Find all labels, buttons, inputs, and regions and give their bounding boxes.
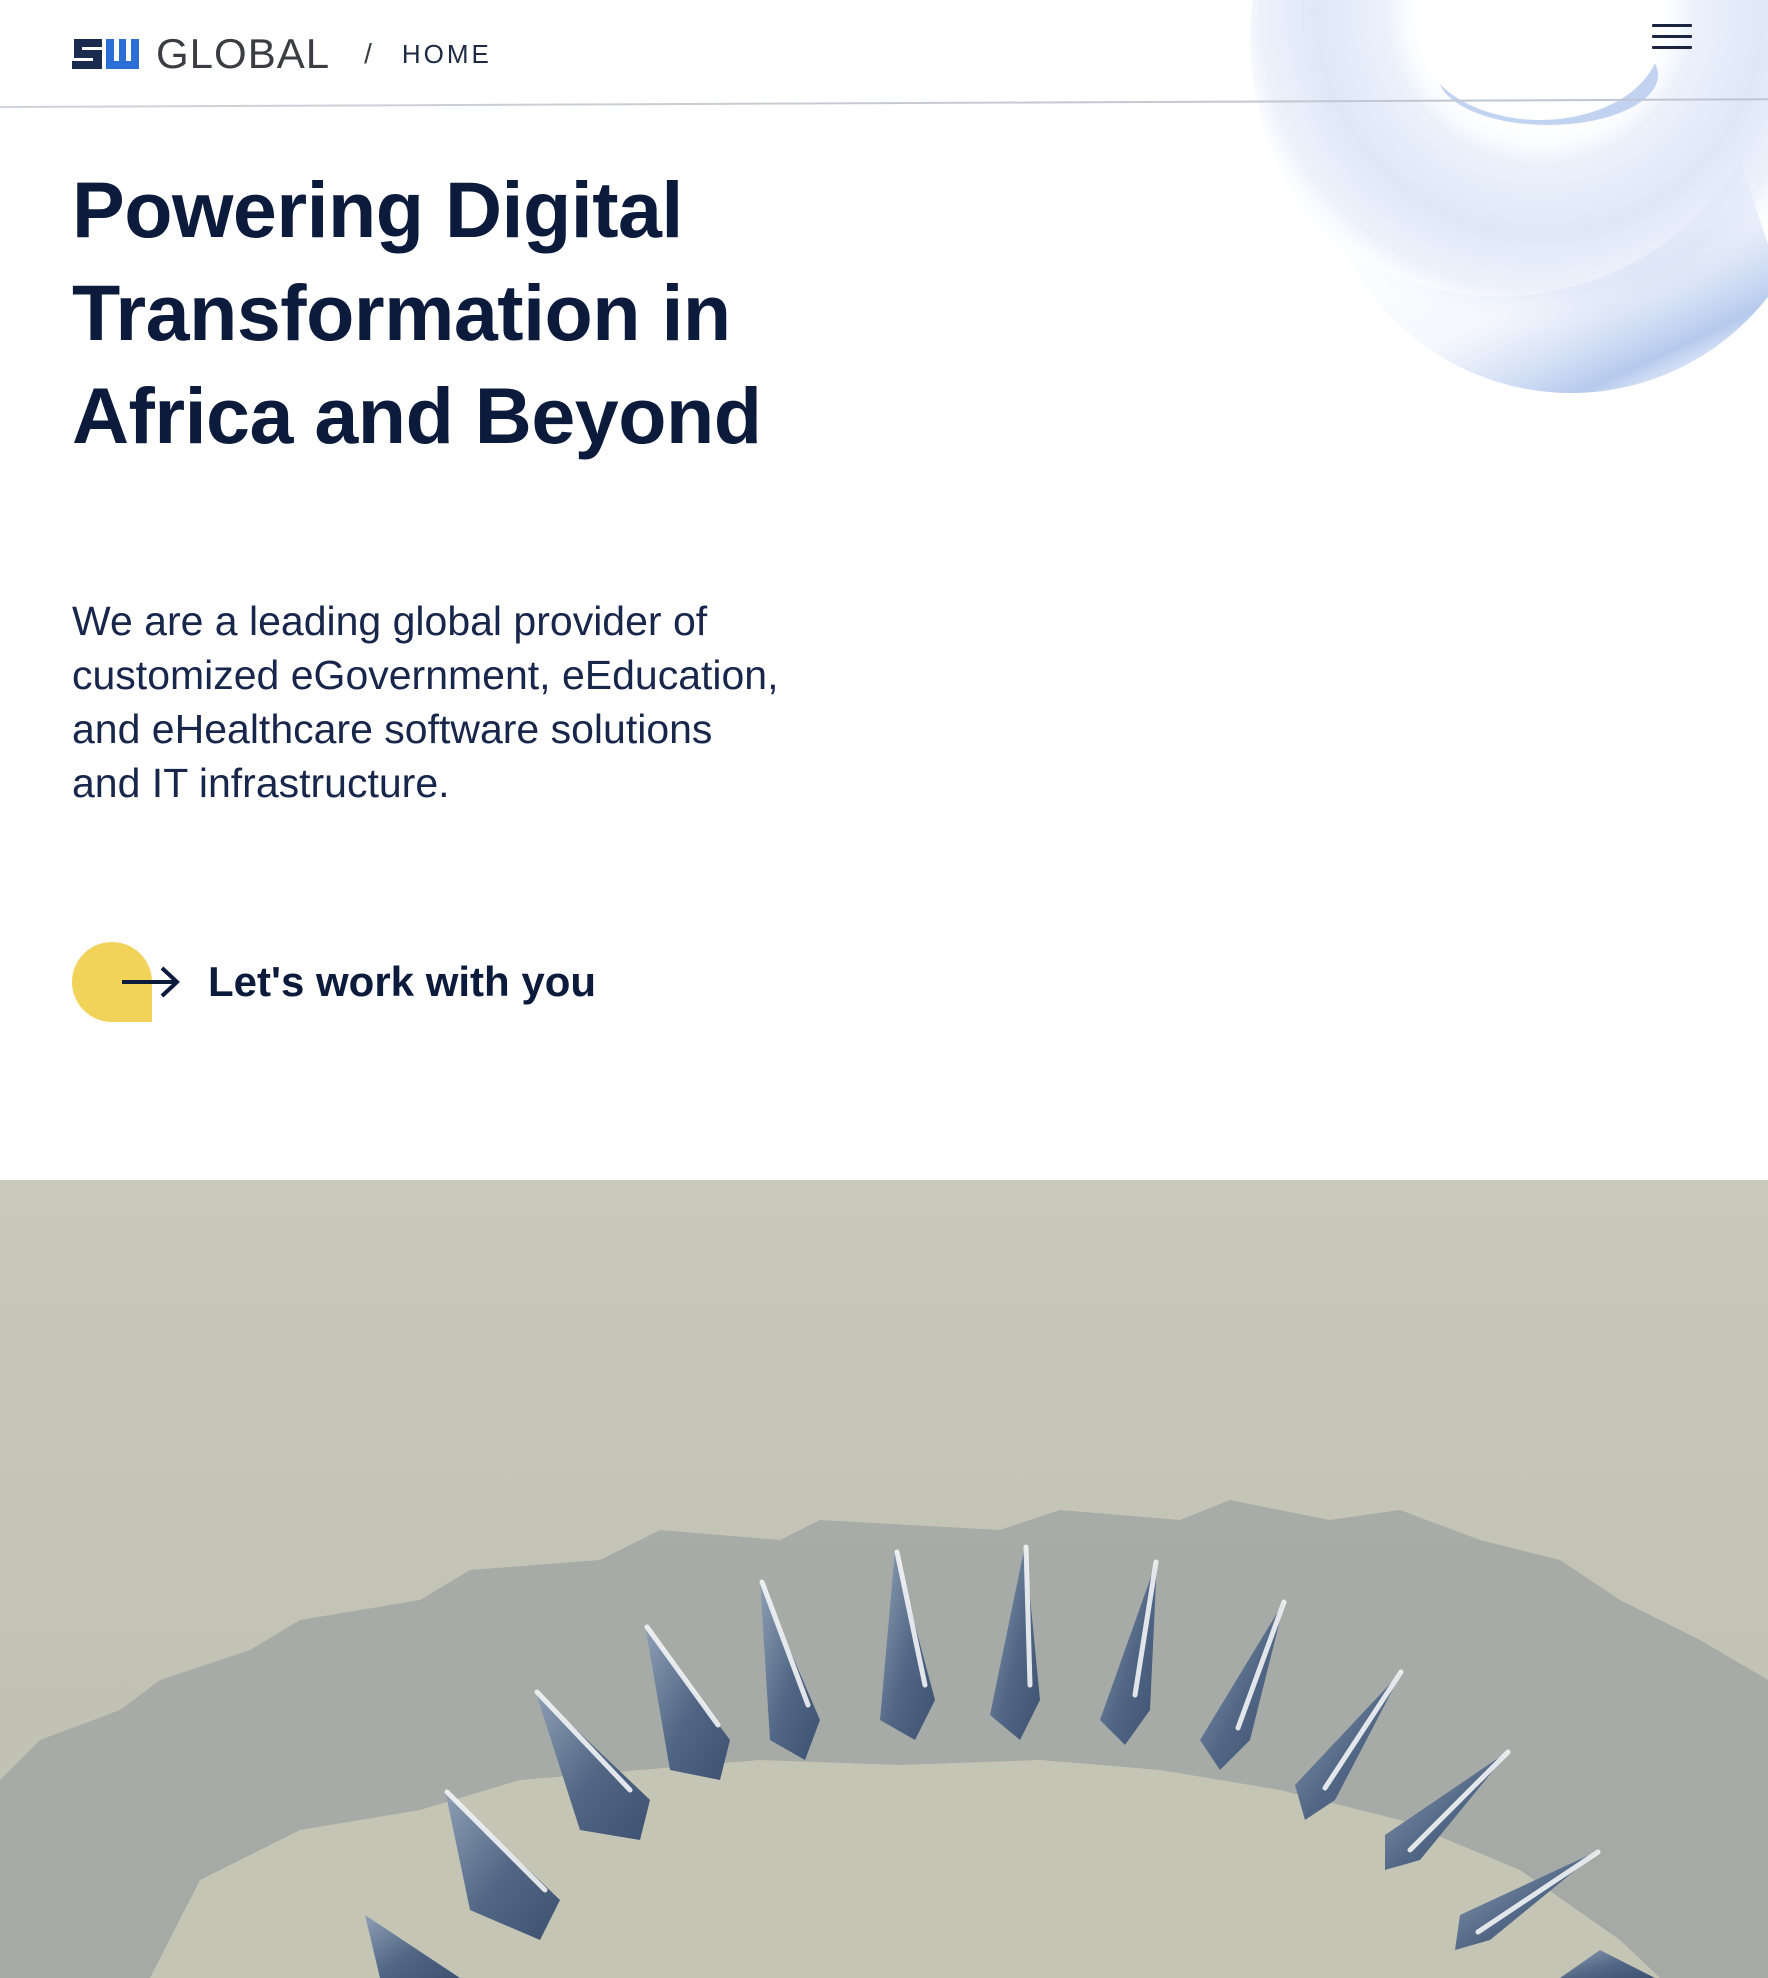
hero-title: Powering Digital Transformation in Afric… [72, 158, 932, 467]
menu-bar [1652, 45, 1692, 49]
hero-description: We are a leading global provider of cust… [72, 594, 852, 810]
breadcrumb-current-page: HOME [401, 38, 492, 69]
brand-name[interactable]: GLOBAL [156, 33, 330, 75]
breadcrumb-separator: / [364, 38, 372, 69]
cta-badge [72, 940, 184, 1024]
hamburger-menu-icon[interactable] [1652, 16, 1700, 56]
brand-breadcrumb: GLOBAL / HOME [72, 32, 492, 76]
menu-bar [1652, 34, 1692, 38]
hero-title-line: Transformation in [72, 268, 731, 357]
hero-description-line: We are a leading global provider of [72, 598, 708, 644]
hero-title-line: Africa and Beyond [72, 371, 762, 460]
hero-description-line: and eHealthcare software solutions [72, 706, 713, 752]
arrow-right-icon [122, 966, 180, 998]
hero-title-line: Powering Digital [72, 165, 683, 254]
fins-illustration [0, 1180, 1768, 1978]
hero-image [0, 1180, 1768, 1978]
page: GLOBAL / HOME Powering Digital Transform… [0, 0, 1768, 1978]
hero-description-line: customized eGovernment, eEducation, [72, 652, 779, 698]
work-with-you-link[interactable]: Let's work with you [72, 940, 596, 1024]
sw-logo-icon[interactable] [72, 35, 140, 73]
cta-label: Let's work with you [208, 958, 597, 1005]
hero-description-line: and IT infrastructure. [72, 760, 450, 806]
menu-bar [1652, 23, 1692, 27]
